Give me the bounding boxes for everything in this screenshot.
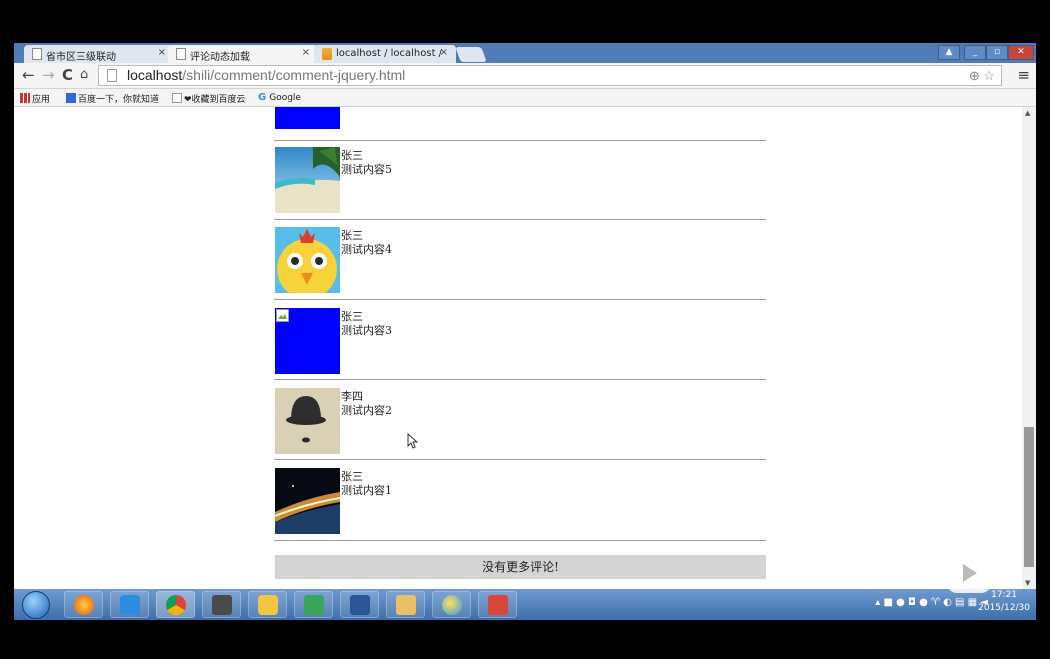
tab-comment-loading[interactable]: 评论动态加载 ×: [168, 45, 318, 63]
bookmark-label: 百度一下，你就知道: [78, 95, 160, 105]
bookmark-label: ❤收藏到百度云: [184, 95, 246, 105]
browser-window: 省市区三级联动 × 评论动态加载 × localhost / localhost…: [14, 43, 1036, 589]
google-icon: G: [258, 92, 267, 103]
comment-divider: [274, 219, 766, 220]
bookmark-google[interactable]: G Google: [258, 92, 301, 103]
file-explorer-icon[interactable]: [386, 591, 425, 618]
page-icon: [32, 48, 42, 60]
comment-text: 测试内容5: [341, 163, 392, 176]
comment-divider: [274, 299, 766, 300]
apps-grid-icon: [20, 93, 30, 103]
comment-avatar-space: [275, 468, 340, 534]
bookmarks-bar: 应用 百度一下，你就知道 ❤收藏到百度云 G Google: [14, 89, 1036, 107]
comment-text: 测试内容4: [341, 243, 392, 256]
tool-app-icon[interactable]: [478, 591, 517, 618]
system-tray-icons[interactable]: ▴ ■ ● ◘ ● ♈ ◐ ▤ ▦ ◄: [875, 597, 988, 608]
broken-image-icon: [276, 309, 289, 322]
vertical-scrollbar[interactable]: ▲ ▼: [1022, 107, 1036, 589]
start-button-icon[interactable]: [22, 591, 50, 619]
weather-app-icon[interactable]: [432, 591, 471, 618]
comment-text: 测试内容3: [341, 324, 392, 337]
comment-divider: [274, 540, 766, 541]
notepad-icon[interactable]: [294, 591, 333, 618]
page-viewport: 张三 测试内容5 张三 测试内容4 张三 测试内容3 李四 测试内容2 张三 测…: [14, 107, 1022, 589]
video-play-overlay-icon[interactable]: [947, 553, 991, 593]
mouse-cursor-icon: [407, 433, 419, 449]
page-icon: [176, 48, 186, 60]
no-more-comments-button[interactable]: 没有更多评论!: [275, 555, 766, 579]
tab-province-city[interactable]: 省市区三级联动 ×: [24, 45, 174, 63]
phpmyadmin-icon: [322, 48, 332, 60]
page-icon: [107, 69, 117, 82]
chrome-icon[interactable]: [156, 591, 195, 618]
comment-image-placeholder: [275, 107, 340, 129]
scroll-up-icon[interactable]: ▲: [1025, 109, 1030, 117]
bookmark-label: 应用: [32, 95, 51, 105]
comment-divider: [274, 459, 766, 460]
close-icon[interactable]: ×: [158, 47, 166, 58]
folder-app-icon[interactable]: [248, 591, 287, 618]
forward-icon[interactable]: →: [42, 66, 55, 84]
window-close-button[interactable]: ✕: [1008, 45, 1034, 60]
comment-text: 测试内容1: [341, 484, 392, 497]
comment-divider: [274, 379, 766, 380]
word-icon[interactable]: [340, 591, 379, 618]
comment-avatar-beach: [275, 147, 340, 213]
new-tab-button[interactable]: [455, 47, 487, 62]
tab-label: 评论动态加载: [190, 52, 250, 63]
taskbar-clock[interactable]: 17:21 2015/12/30: [978, 589, 1030, 615]
back-icon[interactable]: ←: [22, 66, 35, 84]
url-host: localhost: [127, 67, 183, 83]
bookmark-baidu[interactable]: 百度一下，你就知道: [66, 92, 159, 105]
url-path: /shili/comment/comment-jquery.html: [182, 67, 406, 83]
close-icon[interactable]: ×: [302, 47, 310, 58]
scroll-down-icon[interactable]: ▼: [1025, 579, 1030, 587]
page-icon: [172, 93, 182, 103]
menu-icon[interactable]: ≡: [1017, 66, 1030, 84]
reload-icon[interactable]: C: [62, 66, 73, 84]
bookmark-label: Google: [269, 93, 301, 103]
comment-image-broken: [275, 308, 340, 374]
baidu-icon: [66, 93, 76, 103]
bookmark-apps[interactable]: 应用: [20, 92, 50, 105]
cloud-app-icon[interactable]: [110, 591, 149, 618]
windows-taskbar: ▴ ■ ● ◘ ● ♈ ◐ ▤ ▦ ◄ 17:21 2015/12/30: [14, 589, 1036, 620]
tab-phpmyadmin[interactable]: localhost / localhost / ×: [314, 45, 456, 63]
comment-text: 测试内容2: [341, 404, 392, 417]
maximize-button[interactable]: ▫: [986, 45, 1008, 60]
comment-avatar-bowler-hat: [275, 388, 340, 454]
address-bar[interactable]: localhost/shili/comment/comment-jquery.h…: [98, 65, 1002, 86]
bookmark-baidu-cloud[interactable]: ❤收藏到百度云: [172, 92, 246, 105]
browser-toolbar: ← → C ⌂ localhost/shili/comment/comment-…: [14, 63, 1036, 89]
minimize-button[interactable]: _: [964, 45, 986, 60]
firefox-icon[interactable]: [64, 591, 103, 618]
user-icon[interactable]: ▲: [938, 45, 960, 60]
tab-strip: 省市区三级联动 × 评论动态加载 × localhost / localhost…: [14, 43, 1036, 63]
clock-date: 2015/12/30: [978, 603, 1030, 613]
close-icon[interactable]: ×: [440, 47, 448, 58]
tab-label: 省市区三级联动: [46, 52, 116, 63]
sublime-icon[interactable]: [202, 591, 241, 618]
home-icon[interactable]: ⌂: [80, 67, 88, 82]
zoom-and-star-icons[interactable]: ⊕ ☆: [969, 68, 995, 84]
comment-avatar-chick: [275, 227, 340, 293]
comment-divider: [274, 140, 766, 141]
scroll-thumb[interactable]: [1024, 427, 1034, 567]
tab-label: localhost / localhost /: [336, 48, 443, 59]
